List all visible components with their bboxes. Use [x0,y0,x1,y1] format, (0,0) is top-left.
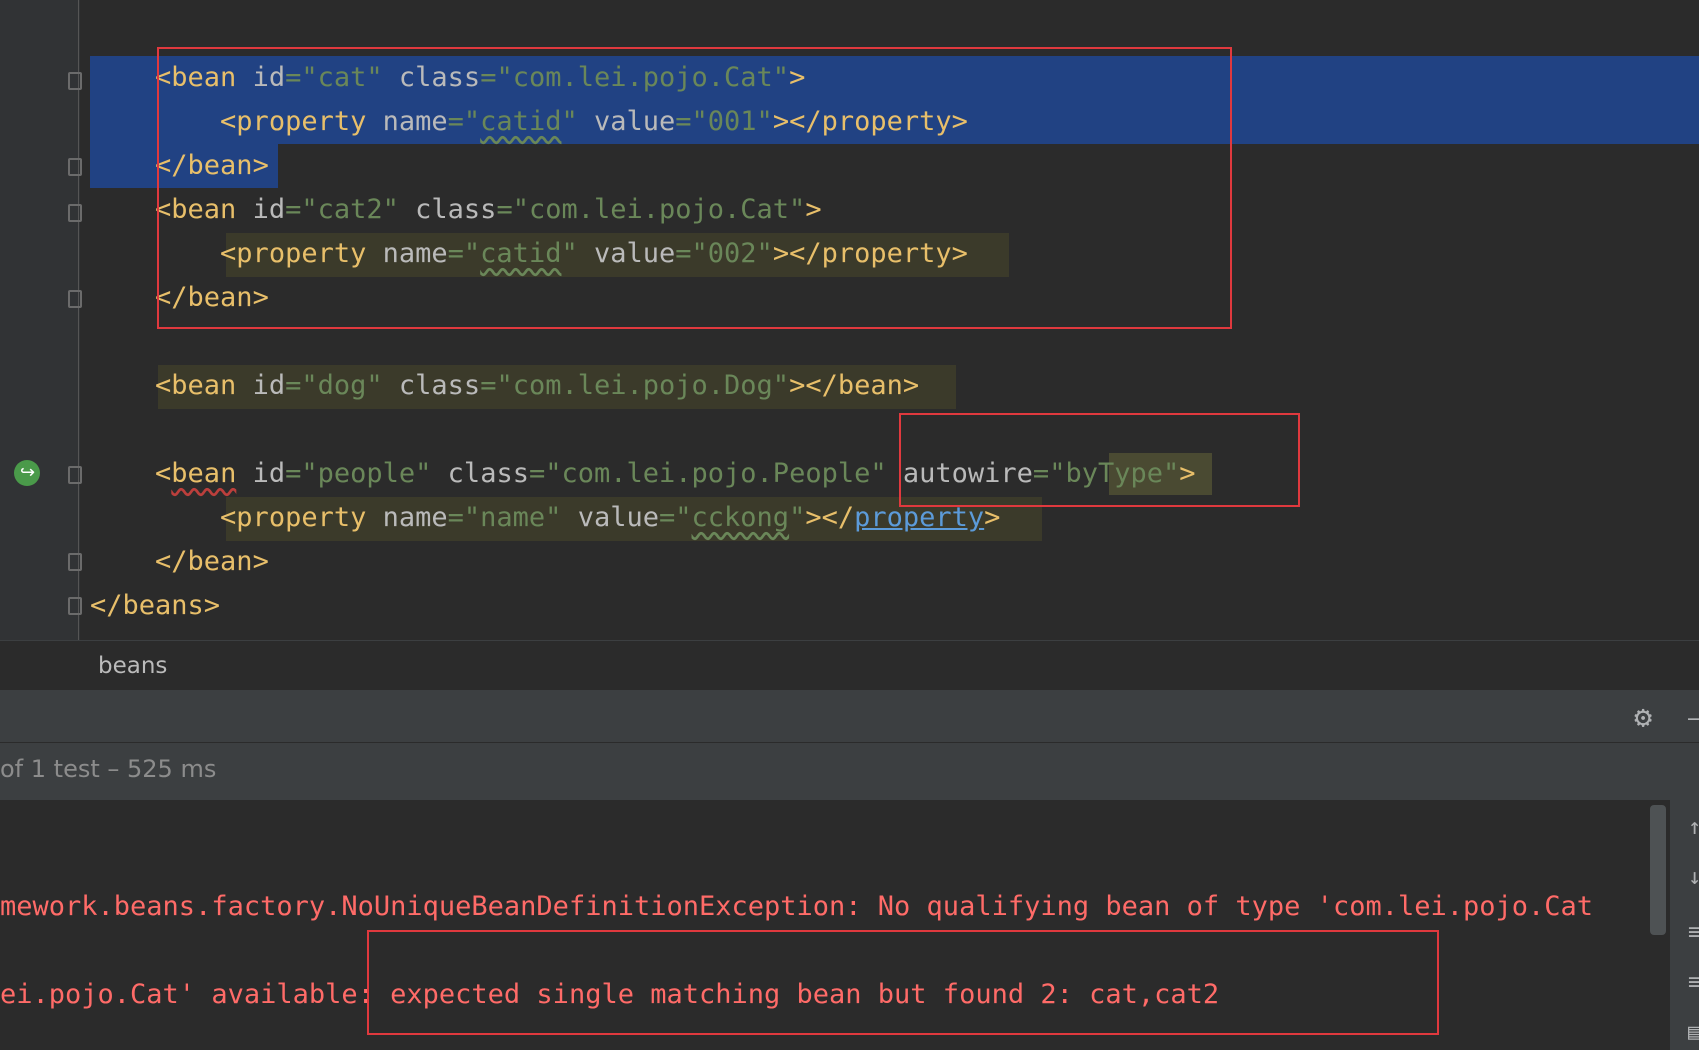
breadcrumb-bar: beans [0,640,1699,691]
code-token: = [447,502,464,533]
code-token: value [561,502,659,533]
wrap-icon[interactable]: ≡ [1688,920,1699,945]
code-token: "com.lei.pojo.Dog" [496,370,790,401]
code-token: class [431,458,529,489]
code-token: name [382,502,448,533]
code-token: = [480,370,497,401]
run-panel-toolbar [0,690,1699,743]
fold-marker-icon[interactable] [68,204,82,222]
gear-icon[interactable]: ⚙ [1634,700,1652,735]
fold-marker-icon[interactable] [68,158,82,176]
code-token: "dog" [301,370,383,401]
code-token: ></ [805,502,855,533]
print-icon[interactable]: ▤ [1688,1020,1699,1045]
test-summary: of 1 test – 525 ms [0,755,217,783]
code-line[interactable]: <property name="name" value="cckong"></p… [90,496,1000,540]
code-line[interactable]: </beans> [90,584,220,628]
console-error-line: mework.beans.factory.NoUniqueBeanDefinit… [0,891,1594,922]
code-token: class [382,370,481,401]
code-token: " [789,502,806,533]
minimize-icon[interactable]: – [1688,704,1699,732]
console-scrollbar[interactable] [1650,805,1666,935]
code-token: "com.lei.pojo.People" [545,458,887,489]
code-token: cckong [691,502,790,533]
fold-marker-icon[interactable] [68,553,82,571]
run-gutter-icon[interactable]: ↪ [14,460,40,486]
code-token: </bean> [155,546,269,577]
code-token: = [285,370,302,401]
code-token: <property [220,502,383,533]
breadcrumb-item-beans[interactable]: beans [98,653,167,679]
code-token: = [285,458,302,489]
code-line[interactable]: </bean> [90,540,269,584]
console-output[interactable]: mework.beans.factory.NoUniqueBeanDefinit… [0,800,1670,1050]
annotation-box-autowire [899,413,1300,507]
code-token: <bean [155,370,253,401]
code-token: id [252,370,286,401]
editor-gutter [0,0,80,640]
code-token: id [236,458,286,489]
code-editor[interactable]: <bean id="cat" class="com.lei.pojo.Cat">… [0,0,1699,640]
code-token: "name" [463,502,562,533]
code-token: bean [171,458,237,489]
gutter-divider [78,0,79,640]
annotation-box-error [367,930,1439,1035]
code-token: = [528,458,546,489]
code-token: = [659,502,676,533]
code-token: < [155,458,172,489]
list-icon[interactable]: ≡ [1688,970,1699,995]
scroll-down-icon[interactable]: ↓ [1688,865,1699,890]
code-token: ></bean> [789,370,920,401]
scroll-up-icon[interactable]: ↑ [1688,815,1699,840]
fold-marker-icon[interactable] [68,597,82,615]
test-status-bar: of 1 test – 525 ms [0,743,1699,800]
fold-marker-icon[interactable] [68,466,82,484]
code-token: </beans> [90,590,221,621]
annotation-box-cat-beans [157,47,1232,329]
code-token: "people" [301,458,432,489]
fold-marker-icon[interactable] [68,290,82,308]
code-line[interactable]: <bean id="dog" class="com.lei.pojo.Dog">… [90,364,919,408]
fold-marker-icon[interactable] [68,72,82,90]
code-token: " [675,502,692,533]
